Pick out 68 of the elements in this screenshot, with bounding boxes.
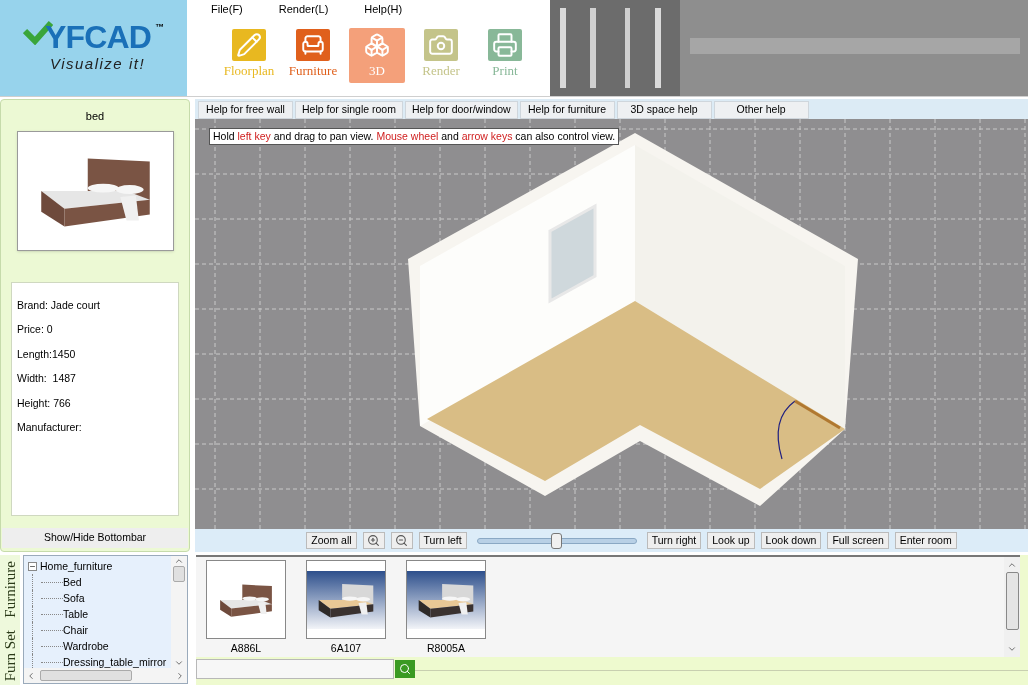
scrollbar-thumb[interactable] — [173, 566, 185, 582]
scroll-up-icon[interactable] — [174, 556, 184, 566]
tree-item[interactable]: Dressing_table_mirror — [63, 654, 167, 668]
menu-item[interactable]: File(F) — [211, 1, 243, 18]
detail-text: Manufacturer: — [17, 421, 83, 433]
product-thumbnail[interactable] — [406, 560, 486, 640]
view-button[interactable]: Turn left — [418, 532, 467, 549]
help-tab[interactable]: Help for single room — [295, 101, 403, 119]
toolbar-button[interactable]: Furniture — [285, 27, 341, 83]
printer-icon — [492, 32, 518, 59]
help-tab[interactable]: 3D space help — [616, 101, 712, 119]
product-code: R8005A — [427, 641, 465, 657]
detail-text: Length:1450 — [17, 347, 77, 360]
detail-text: Height: 766 — [17, 396, 72, 409]
vertical-scrollbar[interactable] — [1004, 557, 1020, 657]
logo-tagline: Visualize it! — [49, 53, 146, 74]
view-button[interactable]: Turn right — [646, 532, 702, 549]
view-button[interactable]: Look down — [760, 532, 822, 549]
zoom-in-icon — [367, 534, 381, 547]
slider-thumb[interactable] — [550, 532, 562, 549]
view-button[interactable]: Zoom all — [306, 532, 357, 549]
tree-item[interactable]: Table — [63, 606, 89, 622]
view-button[interactable]: Full screen — [827, 532, 889, 549]
search-field[interactable] — [196, 659, 394, 679]
zoom-in-button[interactable] — [362, 532, 385, 549]
tree-item[interactable]: Bed — [63, 574, 82, 590]
help-tab[interactable]: Help for furniture — [519, 101, 615, 119]
help-tab[interactable]: Help for free wall — [198, 101, 293, 119]
trademark: ™ — [155, 20, 165, 34]
scroll-down-icon[interactable] — [1007, 644, 1017, 654]
view-button[interactable]: Look up — [707, 532, 755, 549]
search-icon — [399, 663, 411, 675]
scroll-right-icon[interactable] — [175, 670, 185, 681]
toggle-bottombar-button[interactable]: Show/Hide Bottombar — [2, 528, 188, 548]
pencil-icon — [236, 32, 262, 59]
zoom-out-icon — [395, 534, 409, 547]
search-button[interactable] — [395, 660, 415, 678]
detail-text: Brand: Jade court — [17, 298, 101, 311]
scroll-left-icon[interactable] — [26, 670, 36, 681]
help-tab[interactable]: Other help — [713, 101, 809, 119]
scroll-up-icon[interactable] — [1007, 560, 1017, 570]
tree-item[interactable]: Sofa — [63, 590, 85, 606]
side-tab[interactable]: Furn Set — [0, 629, 22, 681]
tree-item[interactable]: Chair — [63, 622, 89, 638]
vertical-scrollbar[interactable] — [171, 556, 187, 668]
detail-text: Width: 1487 — [17, 372, 77, 384]
help-tab[interactable]: Help for door/window — [404, 101, 518, 119]
product-thumbnail[interactable] — [306, 560, 386, 640]
tree-item[interactable]: Home_furniture — [40, 558, 113, 574]
product-title: bed — [85, 109, 105, 124]
product-code: 6A107 — [330, 641, 362, 657]
product-thumbnail[interactable] — [206, 560, 286, 640]
product-code: A886L — [230, 641, 262, 657]
scroll-down-icon[interactable] — [174, 658, 184, 668]
scrollbar-thumb[interactable] — [40, 670, 132, 681]
tree-item[interactable]: Wardrobe — [63, 638, 109, 654]
zoom-out-button[interactable] — [390, 532, 413, 549]
tooltip: Hold left key and drag to pan view. Mouse wheel and arrow keys can also control view. — [209, 128, 620, 145]
view-button[interactable]: Enter room — [894, 532, 957, 549]
horizontal-scrollbar[interactable] — [24, 668, 187, 683]
scrollbar-thumb[interactable] — [1005, 572, 1019, 630]
collapse-toggle[interactable] — [28, 561, 37, 571]
menu-item[interactable]: Render(L) — [278, 1, 329, 18]
cubes-icon — [364, 32, 390, 59]
detail-text: Price: 0 — [17, 323, 54, 335]
menu-item[interactable]: Help(H) — [364, 1, 403, 18]
logo-name: YFCAD — [44, 20, 152, 53]
side-tab[interactable]: Furnirure — [0, 561, 22, 618]
